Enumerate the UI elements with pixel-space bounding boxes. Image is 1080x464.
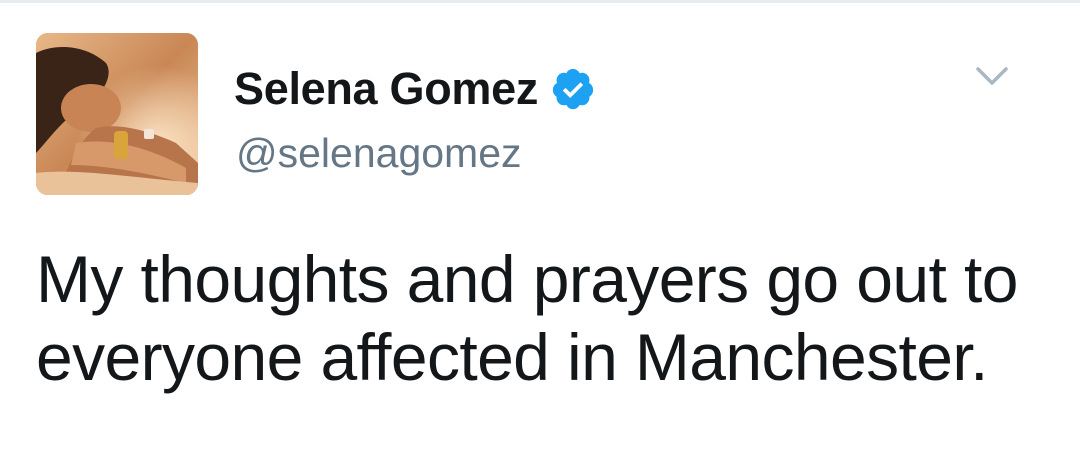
top-divider	[0, 0, 1080, 3]
verified-badge-icon	[550, 66, 596, 112]
author-handle[interactable]: @selenagomez	[236, 128, 522, 178]
avatar-image	[36, 33, 198, 195]
display-name[interactable]: Selena Gomez	[234, 60, 538, 118]
tweet-text: My thoughts and prayers go out to everyo…	[36, 242, 1018, 394]
author-name-row: Selena Gomez	[234, 60, 596, 118]
avatar[interactable]	[36, 33, 198, 195]
chevron-down-icon[interactable]	[970, 58, 1014, 94]
